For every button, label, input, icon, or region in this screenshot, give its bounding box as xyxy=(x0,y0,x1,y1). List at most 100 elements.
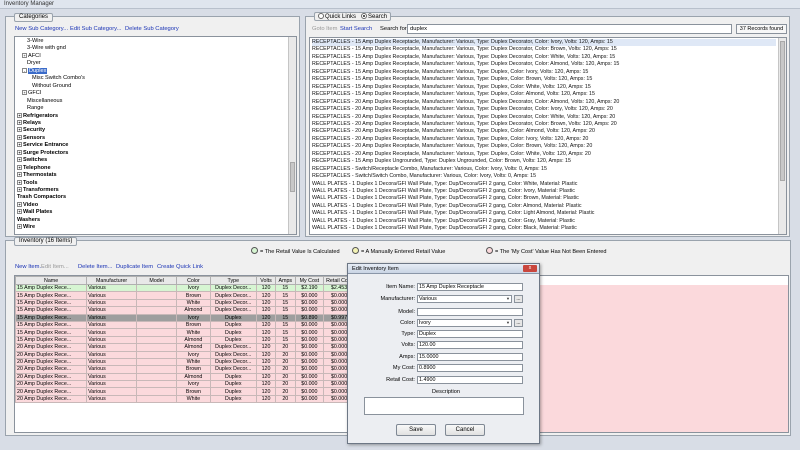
start-search-link[interactable]: Start Search xyxy=(340,26,372,32)
tree-scrollbar-thumb[interactable] xyxy=(290,162,295,192)
tree-item[interactable]: + Security xyxy=(17,127,45,134)
tree-scrollbar[interactable] xyxy=(288,37,296,234)
description-textarea[interactable] xyxy=(364,397,524,415)
tree-item[interactable]: + Transformers xyxy=(17,187,59,194)
search-result-item[interactable]: RECEPTACLES - 20 Amp Duplex Receptacle, … xyxy=(312,136,588,143)
expand-icon[interactable]: + xyxy=(17,119,22,125)
table-row[interactable]: 15 Amp Duplex Rece... Various Almond Duplex… xyxy=(15,306,355,315)
inventory-table[interactable]: Name Manufacturer Model Color Type Volts Amps M… xyxy=(15,276,355,404)
table-row[interactable]: 20 Amp Duplex Rece... Various Brown Duplex 1… xyxy=(15,387,355,396)
search-result-item[interactable]: WALL PLATES - 1 Duplex 1 Decora/GFI Wall… xyxy=(312,188,575,195)
table-row[interactable]: 20 Amp Duplex Rece... Various Almond Duplex… xyxy=(15,372,355,382)
search-result-item[interactable]: RECEPTACLES - 20 Amp Duplex Receptacle, … xyxy=(312,99,619,106)
search-input[interactable]: duplex xyxy=(407,24,732,34)
search-result-item[interactable]: RECEPTACLES - 15 Amp Duplex Receptacle, … xyxy=(312,69,588,76)
search-result-item[interactable]: RECEPTACLES - Switch/Switch Combo, Manuf… xyxy=(312,173,536,180)
table-row[interactable]: 15 Amp Duplex Rece... Various Almond Duplex… xyxy=(15,335,355,345)
expand-icon[interactable]: + xyxy=(17,224,22,230)
tree-item[interactable]: + Wire xyxy=(17,224,35,231)
table-row[interactable]: 20 Amp Duplex Rece... Various White Duplex … xyxy=(15,357,355,367)
tree-item[interactable]: + Video xyxy=(17,201,38,209)
column-header[interactable]: Amps xyxy=(275,276,296,285)
tree-item[interactable]: Trash Compactors xyxy=(17,194,66,201)
search-result-item[interactable]: RECEPTACLES - 15 Amp Duplex Receptacle, … xyxy=(312,76,592,83)
new-sub-category-link[interactable]: New Sub Category... xyxy=(15,26,68,32)
tree-item[interactable]: Without Ground xyxy=(32,83,71,90)
expand-icon[interactable]: + xyxy=(17,172,22,178)
quick-links-radio[interactable]: Quick Links xyxy=(318,13,356,20)
expand-icon[interactable]: + xyxy=(17,201,22,207)
search-result-item[interactable]: RECEPTACLES - 20 Amp Duplex Receptacle, … xyxy=(312,143,592,150)
tree-item[interactable]: + GFCI xyxy=(22,90,41,97)
collapse-icon[interactable]: - xyxy=(22,67,27,73)
tree-item[interactable]: + Service Entrance xyxy=(17,142,68,149)
save-button[interactable]: Save xyxy=(396,424,436,436)
column-header[interactable]: Color xyxy=(176,276,211,285)
column-header[interactable]: Name xyxy=(15,276,88,285)
search-result-item[interactable]: RECEPTACLES - 20 Amp Duplex Receptacle, … xyxy=(312,106,613,113)
model-field[interactable] xyxy=(417,308,523,316)
expand-icon[interactable]: + xyxy=(17,187,22,192)
edit-sub-category-link[interactable]: Edit Sub Category... xyxy=(70,26,121,32)
table-row[interactable]: 20 Amp Duplex Rece... Various Almond Duplex… xyxy=(15,343,355,352)
search-result-item[interactable]: WALL PLATES - 1 Duplex 1 Decora/GFI Wall… xyxy=(312,203,581,210)
search-result-item[interactable]: RECEPTACLES - 15 Amp Duplex Ungrounded, … xyxy=(312,158,571,165)
tree-item[interactable]: 3-Wire xyxy=(27,38,43,45)
tree-item[interactable]: + AFCI xyxy=(22,52,41,60)
table-row[interactable]: 20 Amp Duplex Rece... Various Ivory Duplex … xyxy=(15,350,355,359)
search-result-item[interactable]: RECEPTACLES - 20 Amp Duplex Receptacle, … xyxy=(312,128,595,135)
delete-sub-category-link[interactable]: Delete Sub Category xyxy=(125,26,179,32)
tree-item[interactable]: Miscellaneous xyxy=(27,98,62,105)
expand-icon[interactable]: + xyxy=(17,157,22,163)
search-radio[interactable]: Search xyxy=(361,13,387,20)
tree-item[interactable]: + Refrigerators xyxy=(17,112,58,120)
amps-field[interactable]: 15.0000 xyxy=(417,353,523,361)
search-result-item[interactable]: RECEPTACLES - 15 Amp Duplex Receptacle, … xyxy=(312,39,776,47)
retail-cost-field[interactable]: 1.4900 xyxy=(417,376,523,384)
expand-icon[interactable]: + xyxy=(17,112,22,118)
search-radio-dot[interactable] xyxy=(361,13,368,19)
color-browse-button[interactable]: ... xyxy=(514,319,523,327)
expand-icon[interactable]: + xyxy=(17,134,22,140)
expand-icon[interactable]: + xyxy=(17,179,22,185)
my-cost-field[interactable]: 0.8900 xyxy=(417,364,523,372)
quick-links-radio-dot[interactable] xyxy=(318,13,324,19)
search-result-item[interactable]: WALL PLATES - 1 Duplex 1 Decora/GFI Wall… xyxy=(312,210,594,217)
manufacturer-browse-button[interactable]: ... xyxy=(514,295,523,303)
expand-icon[interactable]: + xyxy=(17,149,22,155)
column-header[interactable]: Manufacturer xyxy=(86,276,137,285)
tree-item[interactable]: + Thermostats xyxy=(17,172,57,179)
expand-icon[interactable]: + xyxy=(22,52,27,58)
search-result-item[interactable]: RECEPTACLES - 15 Amp Duplex Receptacle, … xyxy=(312,46,617,53)
tree-item[interactable]: + Telephone xyxy=(17,164,51,172)
table-row[interactable]: 20 Amp Duplex Rece... Various Ivory Duplex 1… xyxy=(15,380,355,389)
search-result-item[interactable]: RECEPTACLES - 20 Amp Duplex Receptacle, … xyxy=(312,121,617,128)
search-result-item[interactable]: RECEPTACLES - 20 Amp Duplex Receptacle, … xyxy=(312,151,591,158)
expand-icon[interactable]: + xyxy=(17,164,22,170)
goto-item-link[interactable]: Goto Item xyxy=(312,26,337,32)
tree-item[interactable]: - Duplex xyxy=(22,67,48,75)
search-result-item[interactable]: RECEPTACLES - 15 Amp Duplex Receptacle, … xyxy=(312,61,619,68)
tree-item[interactable]: Dryer xyxy=(27,60,41,67)
search-result-item[interactable]: RECEPTACLES - 15 Amp Duplex Receptacle, … xyxy=(312,54,615,61)
column-header[interactable]: Type xyxy=(209,276,258,285)
type-field[interactable]: Duplex xyxy=(417,330,523,338)
dialog-close-button[interactable]: x xyxy=(523,265,537,272)
table-row[interactable]: 15 Amp Duplex Rece... Various White Duplex 1… xyxy=(15,328,355,337)
delete-item-link[interactable]: Delete Item... xyxy=(78,264,112,270)
results-scrollbar-thumb[interactable] xyxy=(780,41,785,181)
search-result-item[interactable]: RECEPTACLES - 15 Amp Duplex Receptacle, … xyxy=(312,84,591,91)
search-result-item[interactable]: RECEPTACLES - 20 Amp Duplex Receptacle, … xyxy=(312,114,615,121)
tree-item[interactable]: Washers xyxy=(17,217,40,224)
table-row[interactable]: 15 Amp Duplex Rece... Various Brown Duplex … xyxy=(15,291,355,300)
column-header[interactable]: Model xyxy=(135,276,178,285)
tree-item[interactable]: 3-Wire with gnd xyxy=(27,45,66,52)
tree-item[interactable]: Misc Switch Combo's xyxy=(32,75,85,82)
table-row[interactable]: 15 Amp Duplex Rece... Various White Duplex … xyxy=(15,298,355,308)
volts-field[interactable]: 120.00 xyxy=(417,341,523,349)
column-header[interactable]: Volts xyxy=(256,276,276,285)
new-item-link[interactable]: New Item... xyxy=(15,264,44,270)
table-row[interactable]: 15 Amp Duplex Rece... Various Ivory Duplex 1… xyxy=(15,313,355,322)
search-results-list[interactable]: RECEPTACLES - 15 Amp Duplex Receptacle, … xyxy=(309,37,787,235)
manufacturer-select[interactable]: Various ▼ xyxy=(417,295,512,303)
